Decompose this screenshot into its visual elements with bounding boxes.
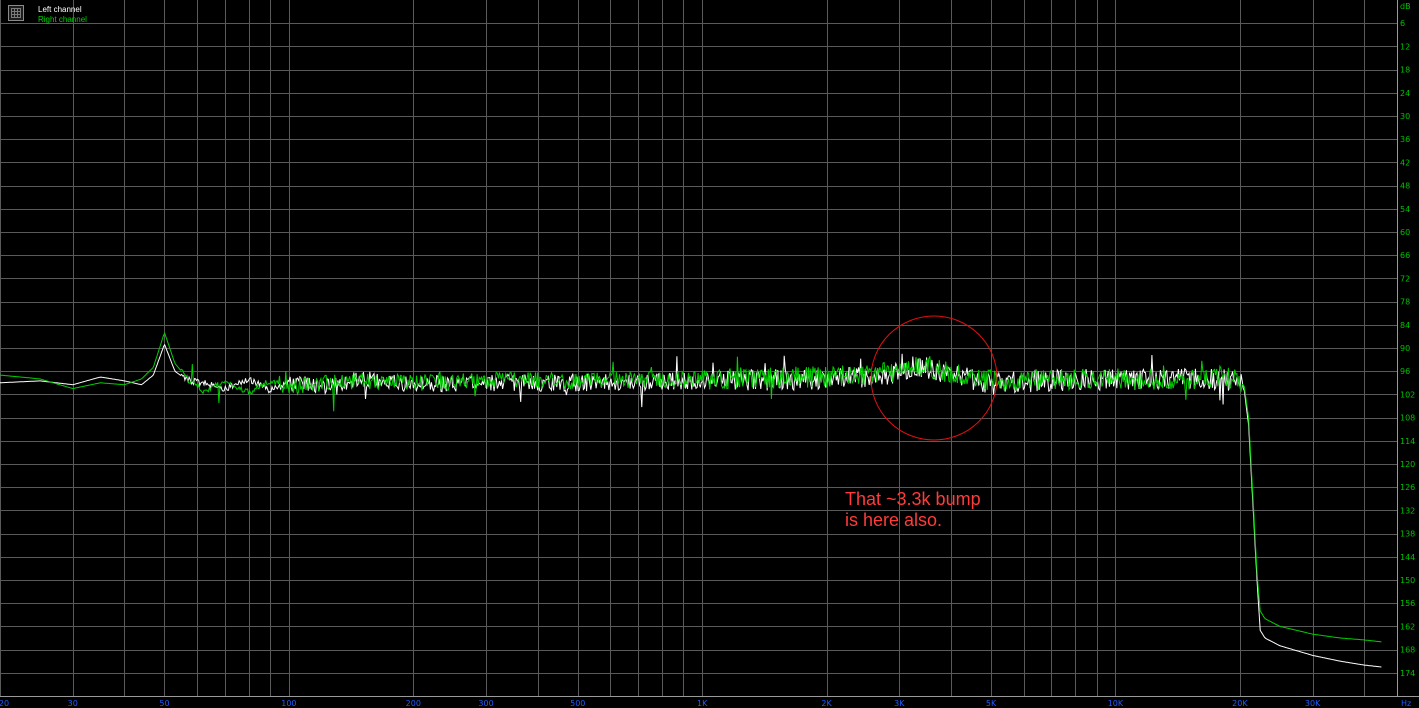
x-tick-label: 20K — [1232, 699, 1248, 708]
y-tick-label: 30 — [1400, 112, 1410, 121]
x-tick-label: 100 — [281, 699, 296, 708]
y-tick-label: 138 — [1400, 530, 1415, 539]
y-tick-label: 42 — [1400, 158, 1410, 167]
y-tick-label: 174 — [1400, 669, 1415, 678]
y-tick-label: 78 — [1400, 298, 1410, 307]
y-tick-label: 12 — [1400, 42, 1410, 51]
x-tick-label: 50 — [159, 699, 169, 708]
x-tick-label: 1K — [697, 699, 708, 708]
y-tick-label: 84 — [1400, 321, 1410, 330]
legend: Left channel Right channel — [8, 5, 87, 25]
x-tick-label: 500 — [570, 699, 585, 708]
x-tick-label: 3K — [894, 699, 905, 708]
y-tick-label: 150 — [1400, 576, 1415, 585]
legend-entry-left-channel: Left channel — [38, 5, 82, 14]
x-axis-unit: Hz — [1401, 699, 1411, 708]
chart-grid-icon[interactable] — [8, 5, 24, 21]
y-tick-label: 24 — [1400, 89, 1410, 98]
y-tick-label: 126 — [1400, 483, 1415, 492]
y-tick-label: 132 — [1400, 506, 1415, 515]
x-tick-label: 10K — [1108, 699, 1124, 708]
x-tick-label: 200 — [406, 699, 421, 708]
x-tick-label: 30 — [68, 699, 78, 708]
y-tick-label: 108 — [1400, 414, 1415, 423]
annotation-text: That ~3.3k bump is here also. — [845, 489, 981, 530]
y-axis-unit: dB — [1400, 2, 1411, 11]
y-tick-label: 18 — [1400, 66, 1410, 75]
y-tick-label: 156 — [1400, 599, 1415, 608]
y-tick-labels: 6 12 18 24 30 36 42 48 54 60 66 72 78 84 90 96 102 108 114… — [1400, 19, 1415, 678]
y-tick-label: 114 — [1400, 437, 1415, 446]
legend-entries: Left channel Right channel — [38, 5, 87, 25]
y-tick-label: 54 — [1400, 205, 1410, 214]
x-tick-label: 300 — [478, 699, 493, 708]
spectrum-chart: 6 12 18 24 30 36 42 48 54 60 66 72 78 84 90 96 102 108 114… — [0, 0, 1419, 708]
y-tick-label: 102 — [1400, 390, 1415, 399]
series-line-left — [0, 343, 1382, 668]
y-tick-label: 48 — [1400, 182, 1410, 191]
y-tick-label: 72 — [1400, 274, 1410, 283]
y-tick-label: 36 — [1400, 135, 1410, 144]
y-tick-label: 162 — [1400, 622, 1415, 631]
x-tick-label: 5K — [986, 699, 997, 708]
y-tick-label: 120 — [1400, 460, 1415, 469]
y-tick-label: 96 — [1400, 367, 1410, 376]
y-tick-label: 60 — [1400, 228, 1410, 237]
y-tick-label: 90 — [1400, 344, 1410, 353]
y-tick-label: 6 — [1400, 19, 1405, 28]
x-tick-label: 30K — [1305, 699, 1321, 708]
grid — [0, 0, 1397, 697]
y-tick-label: 168 — [1400, 646, 1415, 655]
series-layer — [0, 332, 1382, 668]
x-tick-label: 20 — [0, 699, 9, 708]
x-tick-labels: 20 30 50 100 200 300 500 1K 2K 3K 5K 10K 20K 30K — [0, 699, 1321, 708]
x-tick-label: 2K — [821, 699, 832, 708]
y-tick-label: 144 — [1400, 553, 1415, 562]
y-tick-label: 66 — [1400, 251, 1410, 260]
legend-entry-right-channel: Right channel — [38, 15, 87, 24]
